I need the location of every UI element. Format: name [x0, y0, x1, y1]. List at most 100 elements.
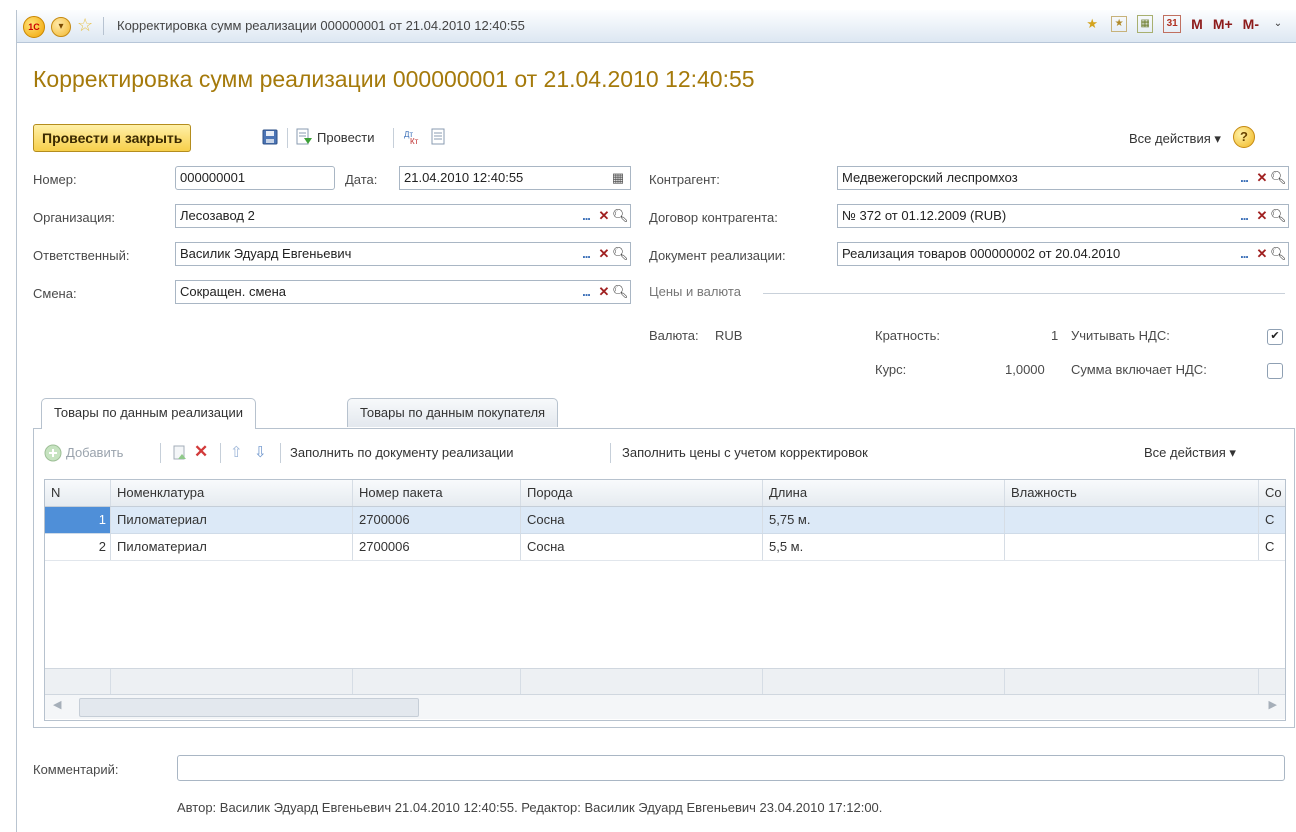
calendar-icon[interactable]: ▦: [610, 168, 626, 188]
select-dots-icon[interactable]: ...: [1236, 168, 1252, 188]
clear-icon[interactable]: ✕: [1254, 206, 1270, 226]
column-header[interactable]: Влажность: [1005, 480, 1259, 506]
shift-label: Смена:: [33, 286, 77, 301]
select-dots-icon[interactable]: ...: [1236, 206, 1252, 226]
column-header[interactable]: Со: [1259, 480, 1285, 506]
select-dots-icon[interactable]: ...: [1236, 244, 1252, 264]
column-header[interactable]: N: [45, 480, 111, 506]
separator: [160, 443, 161, 463]
tab-buyer-goods[interactable]: Товары по данным покупателя: [347, 398, 559, 427]
table-row[interactable]: 2 Пиломатериал 2700006 Сосна 5,5 м. С: [45, 534, 1285, 561]
clear-icon[interactable]: ✕: [1254, 244, 1270, 264]
open-search-icon[interactable]: 🔍︎: [1270, 244, 1287, 264]
table-toolbar: Добавить ✕ ⇧ ⇩ Заполнить по документу ре…: [44, 441, 1284, 465]
1c-logo-icon[interactable]: 1C: [23, 16, 45, 38]
scroll-right-icon[interactable]: ▶: [1269, 698, 1277, 711]
cell-species[interactable]: Сосна: [521, 534, 763, 560]
delete-icon[interactable]: ✕: [194, 442, 208, 462]
clear-icon[interactable]: ✕: [596, 282, 612, 302]
responsible-field[interactable]: Василик Эдуард Евгеньевич ... ✕ 🔍︎: [175, 242, 631, 266]
select-dots-icon[interactable]: ...: [578, 244, 594, 264]
cell-length[interactable]: 5,75 м.: [763, 507, 1005, 533]
clear-icon[interactable]: ✕: [1254, 168, 1270, 188]
cell-package-number[interactable]: 2700006: [353, 534, 521, 560]
table-all-actions-menu[interactable]: Все действия ▾: [1144, 445, 1236, 461]
cell-package-number[interactable]: 2700006: [353, 507, 521, 533]
cell-extra[interactable]: С: [1259, 534, 1285, 560]
fill-prices-button[interactable]: Заполнить цены с учетом корректировок: [622, 445, 868, 460]
rate-value: 1,0000: [1005, 362, 1045, 377]
cell-nomenclature[interactable]: Пиломатериал: [111, 507, 353, 533]
move-up-icon[interactable]: ⇧: [230, 443, 243, 461]
cell-humidity[interactable]: [1005, 507, 1259, 533]
window-title: Корректировка сумм реализации 000000001 …: [117, 18, 525, 33]
scrollbar-thumb[interactable]: [79, 698, 419, 717]
scroll-left-icon[interactable]: ◀: [53, 698, 61, 711]
report-icon[interactable]: [429, 128, 447, 146]
row-number: 2: [45, 534, 111, 560]
memory-m-minus-button[interactable]: M-: [1243, 16, 1259, 32]
clear-icon[interactable]: ✕: [596, 206, 612, 226]
column-header[interactable]: Номенклатура: [111, 480, 353, 506]
cell-extra[interactable]: С: [1259, 507, 1285, 533]
open-search-icon[interactable]: 🔍︎: [1270, 206, 1287, 226]
multiplicity-label: Кратность:: [875, 328, 940, 343]
memory-m-button[interactable]: M: [1191, 16, 1203, 32]
open-search-icon[interactable]: 🔍︎: [1270, 168, 1287, 188]
calendar-icon[interactable]: 31: [1163, 15, 1182, 33]
svg-text:Кт: Кт: [410, 137, 419, 146]
window-menu-icon[interactable]: ⌄: [1269, 15, 1287, 33]
save-icon[interactable]: [261, 128, 279, 146]
number-field[interactable]: 000000001: [175, 166, 335, 190]
table-row[interactable]: 1 Пиломатериал 2700006 Сосна 5,75 м. С: [45, 507, 1285, 534]
help-icon[interactable]: ?: [1233, 126, 1255, 148]
column-header[interactable]: Порода: [521, 480, 763, 506]
post-button[interactable]: Провести: [317, 130, 375, 145]
column-header[interactable]: Длина: [763, 480, 1005, 506]
post-icon[interactable]: [295, 128, 313, 146]
horizontal-scrollbar[interactable]: ◀ ▶: [45, 694, 1285, 719]
sale-document-field[interactable]: Реализация товаров 000000002 от 20.04.20…: [837, 242, 1289, 266]
currency-label: Валюта:: [649, 328, 699, 343]
fill-by-document-button[interactable]: Заполнить по документу реализации: [290, 445, 514, 460]
organization-field[interactable]: Лесозавод 2 ... ✕ 🔍︎: [175, 204, 631, 228]
calculator-icon[interactable]: ▦: [1137, 15, 1154, 33]
cell-humidity[interactable]: [1005, 534, 1259, 560]
menu-dropdown-icon[interactable]: ▾: [51, 17, 71, 37]
clear-icon[interactable]: ✕: [596, 244, 612, 264]
sum-includes-vat-checkbox[interactable]: [1267, 363, 1283, 379]
add-icon[interactable]: [44, 444, 62, 462]
open-search-icon[interactable]: 🔍︎: [612, 244, 629, 264]
separator: [220, 443, 221, 463]
debit-credit-icon[interactable]: Дт Кт: [403, 128, 421, 146]
goods-table: N Номенклатура Номер пакета Порода Длина…: [44, 479, 1286, 721]
open-search-icon[interactable]: 🔍︎: [612, 282, 629, 302]
history-icon[interactable]: ★: [1111, 16, 1128, 32]
date-value: 21.04.2010 12:40:55: [404, 170, 524, 185]
select-dots-icon[interactable]: ...: [578, 206, 594, 226]
open-search-icon[interactable]: 🔍︎: [612, 206, 629, 226]
rate-label: Курс:: [875, 362, 907, 377]
vat-checkbox[interactable]: ✔: [1267, 329, 1283, 345]
column-header[interactable]: Номер пакета: [353, 480, 521, 506]
footer-cell: [45, 669, 111, 695]
cell-species[interactable]: Сосна: [521, 507, 763, 533]
contract-field[interactable]: № 372 от 01.12.2009 (RUB) ... ✕ 🔍︎: [837, 204, 1289, 228]
cell-length[interactable]: 5,5 м.: [763, 534, 1005, 560]
add-button[interactable]: Добавить: [66, 445, 123, 460]
select-dots-icon[interactable]: ...: [578, 282, 594, 302]
memory-m-plus-button[interactable]: M+: [1213, 16, 1233, 32]
cell-nomenclature[interactable]: Пиломатериал: [111, 534, 353, 560]
tab-sale-goods[interactable]: Товары по данным реализации: [41, 398, 256, 429]
contractor-field[interactable]: Медвежегорский леспромхоз ... ✕ 🔍︎: [837, 166, 1289, 190]
comment-field[interactable]: [177, 755, 1285, 781]
add-favorite-icon[interactable]: ★: [1083, 15, 1101, 33]
favorite-star-icon[interactable]: ☆: [77, 15, 93, 35]
date-field[interactable]: 21.04.2010 12:40:55 ▦: [399, 166, 631, 190]
copy-icon[interactable]: [170, 444, 188, 462]
date-label: Дата:: [345, 172, 378, 187]
move-down-icon[interactable]: ⇩: [254, 443, 267, 461]
post-and-close-button[interactable]: Провести и закрыть: [33, 124, 192, 152]
all-actions-menu[interactable]: Все действия ▾: [1129, 131, 1221, 147]
shift-field[interactable]: Сокращен. смена ... ✕ 🔍︎: [175, 280, 631, 304]
